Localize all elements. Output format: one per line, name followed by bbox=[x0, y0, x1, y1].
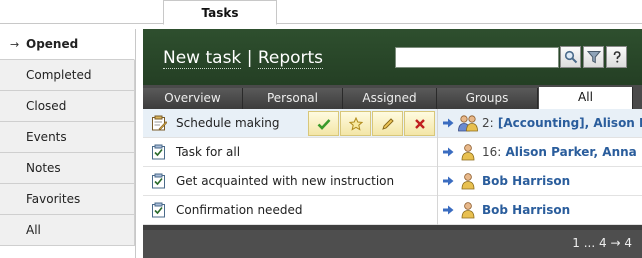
reports-link[interactable]: Reports bbox=[257, 48, 324, 69]
help-icon bbox=[613, 51, 621, 63]
close-icon bbox=[414, 118, 425, 129]
search-icon bbox=[564, 50, 577, 64]
task-checklist-icon bbox=[152, 202, 165, 218]
sidebar-item-favorites[interactable]: Favorites bbox=[0, 184, 135, 215]
search-button[interactable] bbox=[560, 46, 581, 68]
column-divider bbox=[437, 196, 438, 225]
assignee-names[interactable]: Bob Harrison bbox=[482, 174, 570, 188]
assign-arrow-icon bbox=[443, 176, 454, 186]
assign-arrow-icon bbox=[443, 147, 454, 157]
person-icon bbox=[461, 173, 475, 190]
panel-header: New task | Reports bbox=[143, 29, 642, 85]
task-title[interactable]: Confirmation needed bbox=[176, 196, 302, 224]
assignees-cell: Bob Harrison bbox=[443, 196, 642, 225]
filter-tabs: Overview Personal Assigned Groups All bbox=[143, 85, 642, 109]
list-footer: 1 ... 4 → 4 bbox=[143, 230, 642, 258]
help-button[interactable] bbox=[606, 46, 627, 68]
sidebar-item-opened[interactable]: → Opened bbox=[0, 29, 135, 60]
delete-button[interactable] bbox=[404, 111, 435, 136]
checkmark-icon bbox=[317, 118, 330, 130]
task-edit-icon bbox=[152, 115, 167, 131]
pencil-icon bbox=[381, 117, 394, 130]
arrow-right-icon: → bbox=[10, 38, 20, 51]
filter-icon bbox=[586, 51, 601, 64]
search-input[interactable] bbox=[395, 47, 559, 68]
new-task-link[interactable]: New task bbox=[163, 48, 242, 69]
favorite-button[interactable] bbox=[340, 111, 371, 136]
task-row[interactable]: Get acquainted with new instruction Bob … bbox=[143, 167, 642, 196]
sidebar-item-label: All bbox=[26, 223, 41, 237]
task-title[interactable]: Get acquainted with new instruction bbox=[176, 167, 394, 195]
tab-assigned[interactable]: Assigned bbox=[343, 88, 437, 109]
sidebar-item-label: Opened bbox=[26, 37, 79, 51]
assignee-names[interactable]: [Accounting], Alison Pa bbox=[498, 116, 642, 130]
column-divider bbox=[437, 167, 438, 196]
tab-all[interactable]: All bbox=[539, 87, 633, 109]
person-icon bbox=[461, 202, 475, 219]
assignee-count: 2: bbox=[482, 116, 494, 130]
task-checklist-icon bbox=[152, 144, 165, 160]
task-title[interactable]: Schedule making bbox=[176, 109, 280, 137]
filter-button[interactable] bbox=[583, 46, 604, 68]
task-panel: New task | Reports Overview Personal Ass… bbox=[143, 29, 642, 258]
assignees-text[interactable]: Bob Harrison bbox=[482, 196, 570, 224]
task-list: Schedule making 2: [Accounting], Alison … bbox=[143, 109, 642, 225]
pagination: 1 ... 4 → 4 bbox=[572, 236, 632, 250]
sidebar-item-notes[interactable]: Notes bbox=[0, 153, 135, 184]
task-row[interactable]: Task for all 16: Alison Parker, Anna M bbox=[143, 138, 642, 167]
task-checklist-icon bbox=[152, 173, 165, 189]
task-title[interactable]: Task for all bbox=[176, 138, 240, 166]
top-tab-bar bbox=[0, 0, 642, 24]
assignees-cell: Bob Harrison bbox=[443, 167, 642, 196]
edit-button[interactable] bbox=[372, 111, 403, 136]
last-page-link[interactable]: 4 bbox=[624, 236, 632, 250]
assignee-count: 16: bbox=[482, 145, 502, 159]
task-row[interactable]: Confirmation needed Bob Harrison bbox=[143, 196, 642, 225]
sidebar-item-label: Closed bbox=[26, 99, 67, 113]
sidebar-item-completed[interactable]: Completed bbox=[0, 60, 135, 91]
star-icon bbox=[348, 116, 363, 131]
complete-button[interactable] bbox=[308, 111, 339, 136]
tab-overview[interactable]: Overview bbox=[143, 88, 243, 109]
row-actions bbox=[308, 111, 436, 136]
sidebar: → Opened Completed Closed Events Notes F… bbox=[0, 29, 136, 258]
column-divider bbox=[437, 109, 438, 138]
sidebar-item-label: Completed bbox=[26, 68, 92, 82]
task-row[interactable]: Schedule making 2: [Accounting], Alison … bbox=[143, 109, 642, 138]
tab-tasks[interactable]: Tasks bbox=[163, 0, 277, 25]
title-separator: | bbox=[246, 48, 253, 68]
sidebar-item-events[interactable]: Events bbox=[0, 122, 135, 153]
app-root: Tasks → Opened Completed Closed Events N… bbox=[0, 0, 642, 258]
panel-title: New task | Reports bbox=[163, 48, 324, 69]
sidebar-item-label: Favorites bbox=[26, 192, 81, 206]
sidebar-item-label: Notes bbox=[26, 161, 61, 175]
assignees-text[interactable]: 16: Alison Parker, Anna M bbox=[482, 138, 642, 166]
assign-arrow-icon bbox=[443, 118, 454, 128]
assignees-cell: 2: [Accounting], Alison Pa bbox=[443, 109, 642, 138]
next-page-icon[interactable]: → bbox=[610, 236, 620, 250]
assignees-text[interactable]: 2: [Accounting], Alison Pa bbox=[482, 109, 642, 137]
assignee-names[interactable]: Bob Harrison bbox=[482, 203, 570, 217]
assignees-cell: 16: Alison Parker, Anna M bbox=[443, 138, 642, 167]
sidebar-item-label: Events bbox=[26, 130, 67, 144]
group-icon bbox=[458, 115, 478, 132]
sidebar-item-closed[interactable]: Closed bbox=[0, 91, 135, 122]
assignee-names[interactable]: Alison Parker, Anna M bbox=[506, 145, 642, 159]
sidebar-item-all[interactable]: All bbox=[0, 215, 135, 246]
tab-groups[interactable]: Groups bbox=[437, 88, 538, 109]
page-range[interactable]: 1 ... 4 bbox=[572, 236, 606, 250]
assignees-text[interactable]: Bob Harrison bbox=[482, 167, 570, 195]
column-divider bbox=[437, 138, 438, 167]
assign-arrow-icon bbox=[443, 205, 454, 215]
tab-personal[interactable]: Personal bbox=[243, 88, 343, 109]
person-icon bbox=[461, 144, 475, 161]
